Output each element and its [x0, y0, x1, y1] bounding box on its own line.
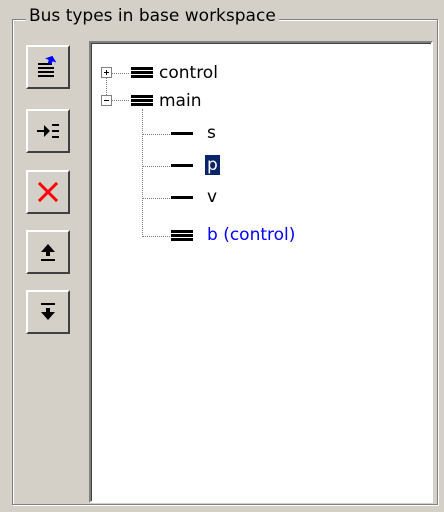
tree-node-b[interactable]: b (control) [207, 225, 295, 245]
tree-connector [142, 166, 170, 168]
bus-icon [171, 230, 193, 242]
bus-tree-view[interactable]: control main s p v b (control) [89, 41, 433, 503]
tree-node-s[interactable]: s [207, 123, 216, 143]
tree-connector [142, 134, 170, 136]
tree-connector [112, 73, 129, 75]
tree-connector [142, 236, 170, 238]
expand-control-toggle[interactable] [101, 67, 112, 78]
signal-icon [171, 196, 193, 199]
tree-node-p[interactable]: p [205, 155, 220, 175]
tree-connector [112, 100, 129, 102]
groupbox-title: Bus types in base workspace [26, 6, 279, 26]
insert-element-button[interactable] [26, 109, 70, 153]
insert-element-icon [37, 124, 59, 138]
add-bus-icon [38, 55, 57, 77]
move-down-icon [41, 303, 55, 320]
delete-x-icon [37, 181, 59, 203]
tree-node-control[interactable]: control [159, 63, 218, 83]
tree-connector [142, 109, 144, 237]
signal-icon [171, 132, 193, 135]
delete-button[interactable] [26, 170, 70, 214]
add-bus-button[interactable] [26, 45, 70, 89]
move-up-button[interactable] [26, 230, 70, 274]
tree-node-v[interactable]: v [207, 187, 217, 207]
tree-node-main[interactable]: main [159, 91, 201, 111]
bus-icon [131, 95, 153, 107]
tree-connector [142, 198, 170, 200]
move-up-icon [41, 244, 55, 261]
move-down-button[interactable] [26, 290, 70, 334]
collapse-main-toggle[interactable] [101, 95, 112, 106]
signal-icon [171, 164, 193, 167]
bus-icon [131, 67, 153, 79]
